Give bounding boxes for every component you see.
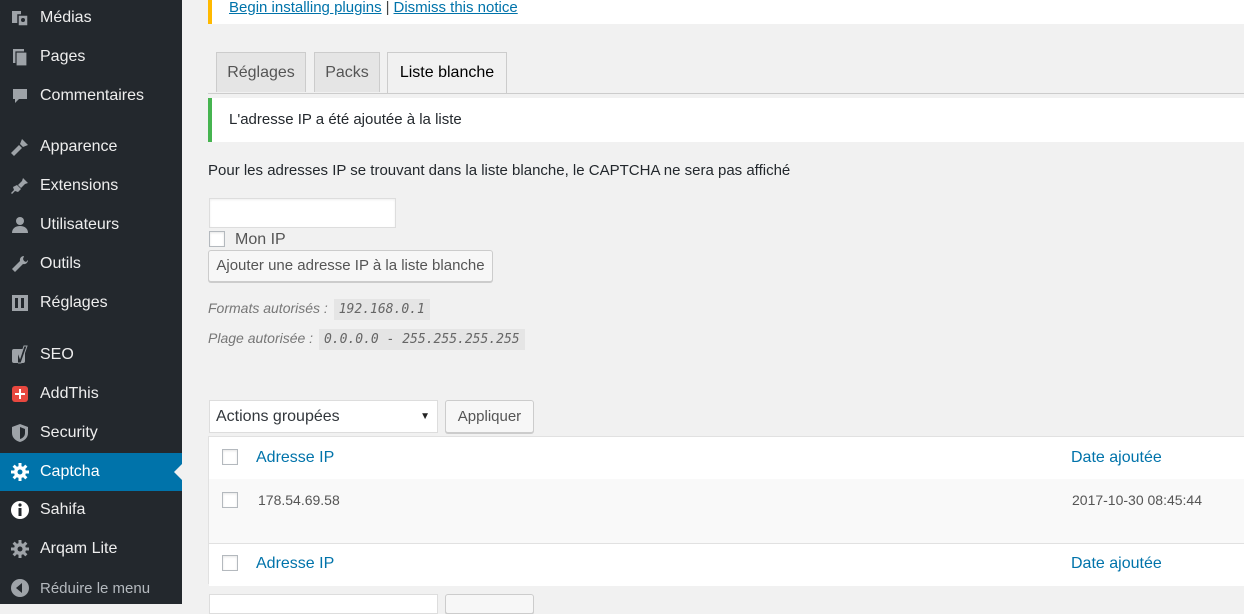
menu-item-sahifa[interactable]: Sahifa	[0, 491, 182, 529]
menu-label: Utilisateurs	[40, 216, 120, 233]
my-ip-label: Mon IP	[235, 231, 286, 248]
dismiss-notice-link[interactable]: Dismiss this notice	[394, 0, 518, 16]
apply-button-bottom[interactable]	[445, 594, 534, 614]
column-date-footer[interactable]: Date ajoutée	[1071, 555, 1162, 573]
begin-installing-link[interactable]: Begin installing plugins	[229, 0, 382, 16]
yoast-icon	[9, 344, 31, 366]
pages-icon	[9, 46, 31, 68]
settings-icon	[9, 292, 31, 314]
gear-icon	[9, 538, 31, 560]
menu-label: Sahifa	[40, 501, 86, 518]
allowed-range-label: Plage autorisée :	[208, 330, 314, 346]
tab-packs[interactable]: Packs	[314, 52, 380, 92]
menu-label: Apparence	[40, 138, 118, 155]
success-notice: L'adresse IP a été ajoutée à la liste	[208, 98, 1244, 142]
media-icon	[9, 7, 31, 29]
gear-icon	[9, 461, 31, 483]
shield-icon	[9, 422, 31, 444]
dropdown-arrow-icon: ▼	[420, 411, 430, 422]
notice-separator: |	[385, 0, 390, 16]
menu-item-commentaires[interactable]: Commentaires	[0, 77, 182, 115]
menu-item-arqam-lite[interactable]: Arqam Lite	[0, 530, 182, 568]
tools-icon	[9, 253, 31, 275]
bulk-actions-value: Actions groupées	[216, 408, 340, 425]
menu-label: Réduire le menu	[40, 579, 151, 597]
comments-icon	[9, 85, 31, 107]
column-ip-header[interactable]: Adresse IP	[256, 449, 334, 467]
tab-reglages[interactable]: Réglages	[216, 52, 306, 92]
menu-label: Arqam Lite	[40, 540, 118, 557]
collapse-menu-button[interactable]: Réduire le menu	[0, 569, 182, 607]
allowed-formats: Formats autorisés : 192.168.0.1	[208, 299, 430, 320]
ip-address-input[interactable]	[209, 198, 396, 228]
settings-tabs: Réglages Packs Liste blanche	[208, 52, 1244, 94]
plugin-notice: Begin installing plugins | Dismiss this no…	[208, 0, 1244, 24]
allowed-range-value: 0.0.0.0 - 255.255.255.255	[318, 329, 525, 350]
menu-label: Commentaires	[40, 87, 145, 104]
add-ip-button[interactable]: Ajouter une adresse IP à la liste blanch…	[208, 250, 493, 282]
menu-item-pages[interactable]: Pages	[0, 38, 182, 76]
my-ip-checkbox[interactable]	[209, 231, 225, 247]
admin-sidebar: Médias Pages Commentaires Apparence Exte…	[0, 0, 182, 604]
row-ip: 178.54.69.58	[258, 492, 340, 508]
allowed-range: Plage autorisée : 0.0.0.0 - 255.255.255.…	[208, 329, 525, 350]
menu-item-addthis[interactable]: AddThis	[0, 375, 182, 413]
menu-label: Extensions	[40, 177, 119, 194]
whitelist-description: Pour les adresses IP se trouvant dans la…	[208, 162, 791, 179]
menu-item-seo[interactable]: SEO	[0, 336, 182, 374]
menu-label: Médias	[40, 9, 92, 26]
apply-button[interactable]: Appliquer	[445, 400, 534, 433]
menu-item-security[interactable]: Security	[0, 414, 182, 452]
menu-item-outils[interactable]: Outils	[0, 245, 182, 283]
tab-liste-blanche[interactable]: Liste blanche	[387, 52, 507, 93]
menu-label: Pages	[40, 48, 86, 65]
row-date: 2017-10-30 08:45:44	[1072, 492, 1202, 508]
menu-label: Captcha	[40, 463, 100, 480]
table-header: Adresse IP Date ajoutée	[209, 437, 1244, 480]
table-row: 178.54.69.58 2017-10-30 08:45:44	[209, 479, 1244, 543]
menu-item-reglages[interactable]: Réglages	[0, 284, 182, 322]
menu-item-apparence[interactable]: Apparence	[0, 128, 182, 166]
menu-label: SEO	[40, 346, 74, 363]
menu-item-extensions[interactable]: Extensions	[0, 167, 182, 205]
bulk-actions-select-bottom[interactable]	[209, 594, 438, 614]
info-icon	[9, 499, 31, 521]
menu-item-utilisateurs[interactable]: Utilisateurs	[0, 206, 182, 244]
bulk-actions-select[interactable]: Actions groupées ▼	[209, 400, 438, 433]
plugins-icon	[9, 175, 31, 197]
menu-item-medias[interactable]: Médias	[0, 0, 182, 36]
column-date-header[interactable]: Date ajoutée	[1071, 449, 1162, 467]
select-all-checkbox-footer[interactable]	[222, 555, 238, 571]
menu-label: Outils	[40, 255, 81, 272]
menu-label: Réglages	[40, 294, 108, 311]
allowed-formats-label: Formats autorisés :	[208, 300, 328, 316]
menu-item-captcha[interactable]: Captcha	[0, 453, 182, 491]
column-ip-footer[interactable]: Adresse IP	[256, 555, 334, 573]
users-icon	[9, 214, 31, 236]
allowed-formats-value: 192.168.0.1	[333, 299, 430, 320]
table-footer: Adresse IP Date ajoutée	[209, 543, 1244, 586]
row-checkbox[interactable]	[222, 492, 238, 508]
menu-label: AddThis	[40, 385, 99, 402]
menu-label: Security	[40, 424, 98, 441]
whitelist-table: Adresse IP Date ajoutée 178.54.69.58 201…	[208, 436, 1244, 586]
addthis-icon	[9, 383, 31, 405]
select-all-checkbox[interactable]	[222, 449, 238, 465]
appearance-icon	[9, 136, 31, 158]
collapse-icon	[9, 577, 31, 599]
